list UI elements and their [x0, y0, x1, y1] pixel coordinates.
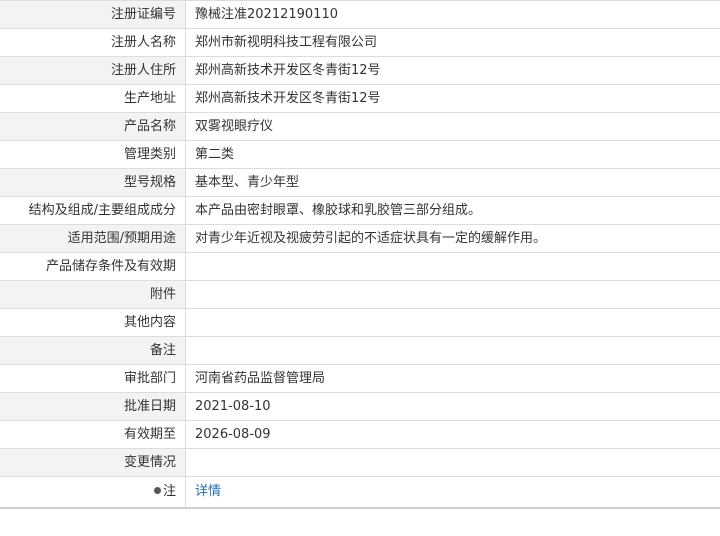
row-value: 第二类	[195, 147, 235, 162]
row-label: 注册人名称	[0, 29, 186, 56]
row-other-content: 其他内容	[0, 309, 720, 337]
row-label: 注册人住所	[0, 57, 186, 84]
row-value: 基本型、青少年型	[195, 175, 300, 190]
row-structure-composition: 结构及组成/主要组成成分 本产品由密封眼罩、橡胶球和乳胶管三部分组成。	[0, 197, 720, 225]
note-label: 注	[162, 484, 176, 499]
row-value: 郑州高新技术开发区冬青街12号	[195, 63, 381, 78]
row-value: 2026-08-09	[195, 427, 271, 442]
row-label: 备注	[0, 337, 186, 364]
pin-icon	[153, 487, 161, 494]
row-intended-use: 适用范围/预期用途 对青少年近视及视疲劳引起的不适症状具有一定的缓解作用。	[0, 225, 720, 253]
row-value	[186, 337, 720, 364]
row-label: 附件	[0, 281, 186, 308]
row-registration-number: 注册证编号 豫械注准20212190110	[0, 1, 720, 29]
row-value	[186, 253, 720, 280]
row-value: 对青少年近视及视疲劳引起的不适症状具有一定的缓解作用。	[195, 231, 547, 246]
row-management-category: 管理类别 第二类	[0, 141, 720, 169]
row-label: 变更情况	[0, 449, 186, 476]
row-value: 详情	[186, 477, 720, 507]
row-label: 结构及组成/主要组成成分	[0, 197, 186, 224]
row-label: 适用范围/预期用途	[0, 225, 186, 252]
row-label: 注	[0, 477, 186, 507]
registration-detail-table: 注册证编号 豫械注准20212190110 注册人名称 郑州市新视明科技工程有限…	[0, 0, 720, 509]
row-valid-until: 有效期至 2026-08-09	[0, 421, 720, 449]
row-approval-department: 审批部门 河南省药品监督管理局	[0, 365, 720, 393]
row-value	[186, 449, 720, 476]
row-registrant-address: 注册人住所 郑州高新技术开发区冬青街12号	[0, 57, 720, 85]
row-label: 其他内容	[0, 309, 186, 336]
row-label: 生产地址	[0, 85, 186, 112]
row-value: 豫械注准20212190110	[195, 7, 338, 22]
row-label: 有效期至	[0, 421, 186, 448]
row-model-specification: 型号规格 基本型、青少年型	[0, 169, 720, 197]
row-change-history: 变更情况	[0, 449, 720, 477]
row-registrant-name: 注册人名称 郑州市新视明科技工程有限公司	[0, 29, 720, 57]
row-storage-conditions: 产品储存条件及有效期	[0, 253, 720, 281]
row-label: 型号规格	[0, 169, 186, 196]
row-value	[186, 309, 720, 336]
row-label: 产品名称	[0, 113, 186, 140]
row-production-address: 生产地址 郑州高新技术开发区冬青街12号	[0, 85, 720, 113]
row-value: 本产品由密封眼罩、橡胶球和乳胶管三部分组成。	[195, 203, 482, 218]
row-value: 双雾视眼疗仪	[195, 119, 274, 134]
row-product-name: 产品名称 双雾视眼疗仪	[0, 113, 720, 141]
row-value: 2021-08-10	[195, 399, 271, 414]
row-value: 河南省药品监督管理局	[195, 371, 326, 386]
row-label: 批准日期	[0, 393, 186, 420]
row-attachments: 附件	[0, 281, 720, 309]
row-note: 注 详情	[0, 477, 720, 507]
row-label: 产品储存条件及有效期	[0, 253, 186, 280]
row-label: 管理类别	[0, 141, 186, 168]
details-link[interactable]: 详情	[195, 484, 221, 499]
row-remarks: 备注	[0, 337, 720, 365]
row-value	[186, 281, 720, 308]
row-label: 注册证编号	[0, 1, 186, 28]
row-value: 郑州高新技术开发区冬青街12号	[195, 91, 381, 106]
row-approval-date: 批准日期 2021-08-10	[0, 393, 720, 421]
row-label: 审批部门	[0, 365, 186, 392]
row-value: 郑州市新视明科技工程有限公司	[195, 35, 378, 50]
